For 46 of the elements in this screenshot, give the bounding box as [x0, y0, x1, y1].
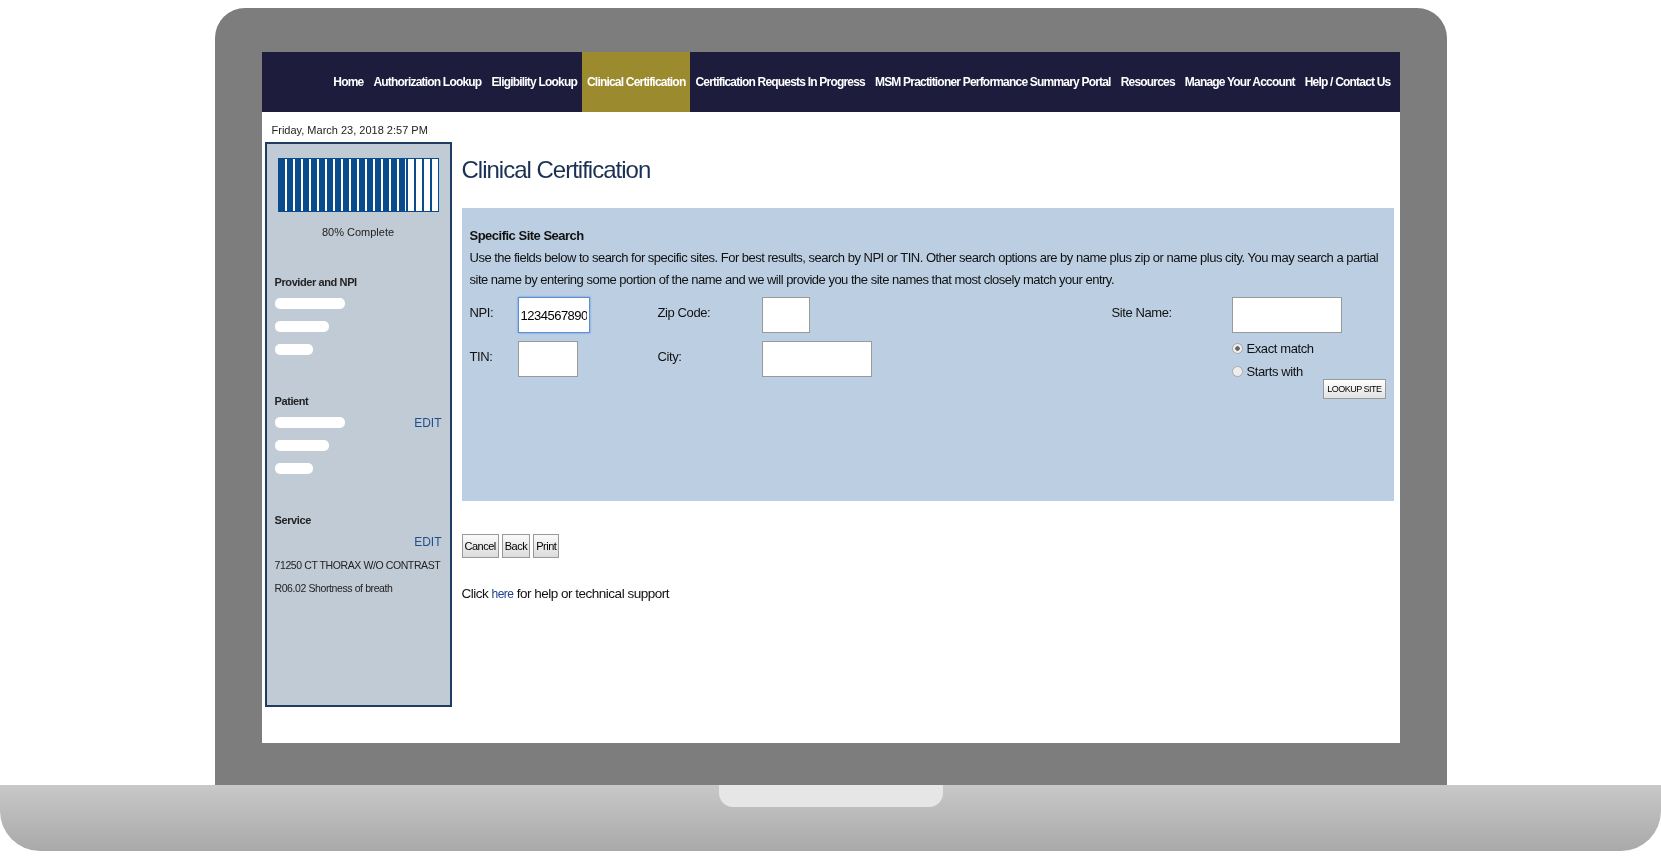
zip-field[interactable]: [761, 297, 810, 333]
radio-option[interactable]: Starts with: [1231, 364, 1386, 379]
redaction-mark: [274, 463, 313, 474]
redaction-mark: [274, 344, 313, 355]
nav-tab[interactable]: Help / Contact Us: [1299, 52, 1396, 112]
form-button[interactable]: Print: [533, 534, 560, 558]
city-field[interactable]: [761, 341, 872, 377]
radio-icon[interactable]: [1231, 343, 1243, 354]
nav-tab[interactable]: Home: [328, 52, 369, 112]
field-label: NPI:: [469, 304, 495, 320]
field-label: TIN:: [469, 348, 494, 364]
form-button[interactable]: Back: [501, 534, 531, 558]
field-label: Zip Code:: [657, 304, 712, 320]
field-label: Site Name:: [1111, 304, 1173, 320]
site-name-field[interactable]: [1231, 297, 1342, 333]
help-link[interactable]: here: [491, 587, 514, 601]
radio-icon[interactable]: [1231, 366, 1243, 377]
section-heading: Patient: [274, 395, 310, 407]
progress-label: 80% Complete: [320, 226, 396, 238]
service-line: 71250 CT THORAX W/O CONTRAST: [274, 558, 441, 571]
help-text: Click here for help or technical support: [461, 586, 671, 601]
nav-tab[interactable]: Certification Requests In Progress: [690, 52, 870, 112]
nav-tab[interactable]: Manage Your Account: [1179, 52, 1300, 112]
edit-link[interactable]: EDIT: [414, 534, 442, 549]
service-line: R06.02 Shortness of breath: [274, 581, 393, 594]
page-title: Clinical Certification: [461, 156, 652, 184]
npi-field[interactable]: 1234567890: [517, 297, 590, 333]
radio-option[interactable]: Exact match: [1231, 341, 1386, 356]
panel-title: Specific Site Search: [469, 228, 585, 243]
redaction-mark: [274, 417, 345, 428]
field-label: City:: [657, 348, 683, 364]
nav-tab[interactable]: Authorization Lookup: [368, 52, 487, 112]
section-heading: Service: [274, 514, 312, 526]
nav-tab[interactable]: Eligibility Lookup: [486, 52, 582, 112]
edit-link[interactable]: EDIT: [414, 415, 442, 430]
redaction-mark: [274, 321, 329, 332]
lookup-button[interactable]: LOOKUP SITE: [1323, 379, 1386, 399]
form-button[interactable]: Cancel: [461, 534, 499, 558]
section-heading: Provider and NPI: [274, 276, 358, 288]
nav-tab[interactable]: MSM Practitioner Performance Summary Portal: [869, 52, 1116, 112]
redaction-mark: [274, 298, 345, 309]
nav-tab[interactable]: Resources: [1115, 52, 1180, 112]
panel-description: Use the fields below to search for specific sites. For best results, search by NPI or TIN. Other search options are by name plus zip or name plus city. You may search a partial site name by entering some portion of the name and we will provide you the site names that most closely match your entry.: [469, 249, 1380, 289]
redaction-mark: [274, 440, 329, 451]
timestamp: Friday, March 23, 2018 2:57 PM: [270, 123, 429, 138]
tin-field[interactable]: [517, 341, 578, 377]
